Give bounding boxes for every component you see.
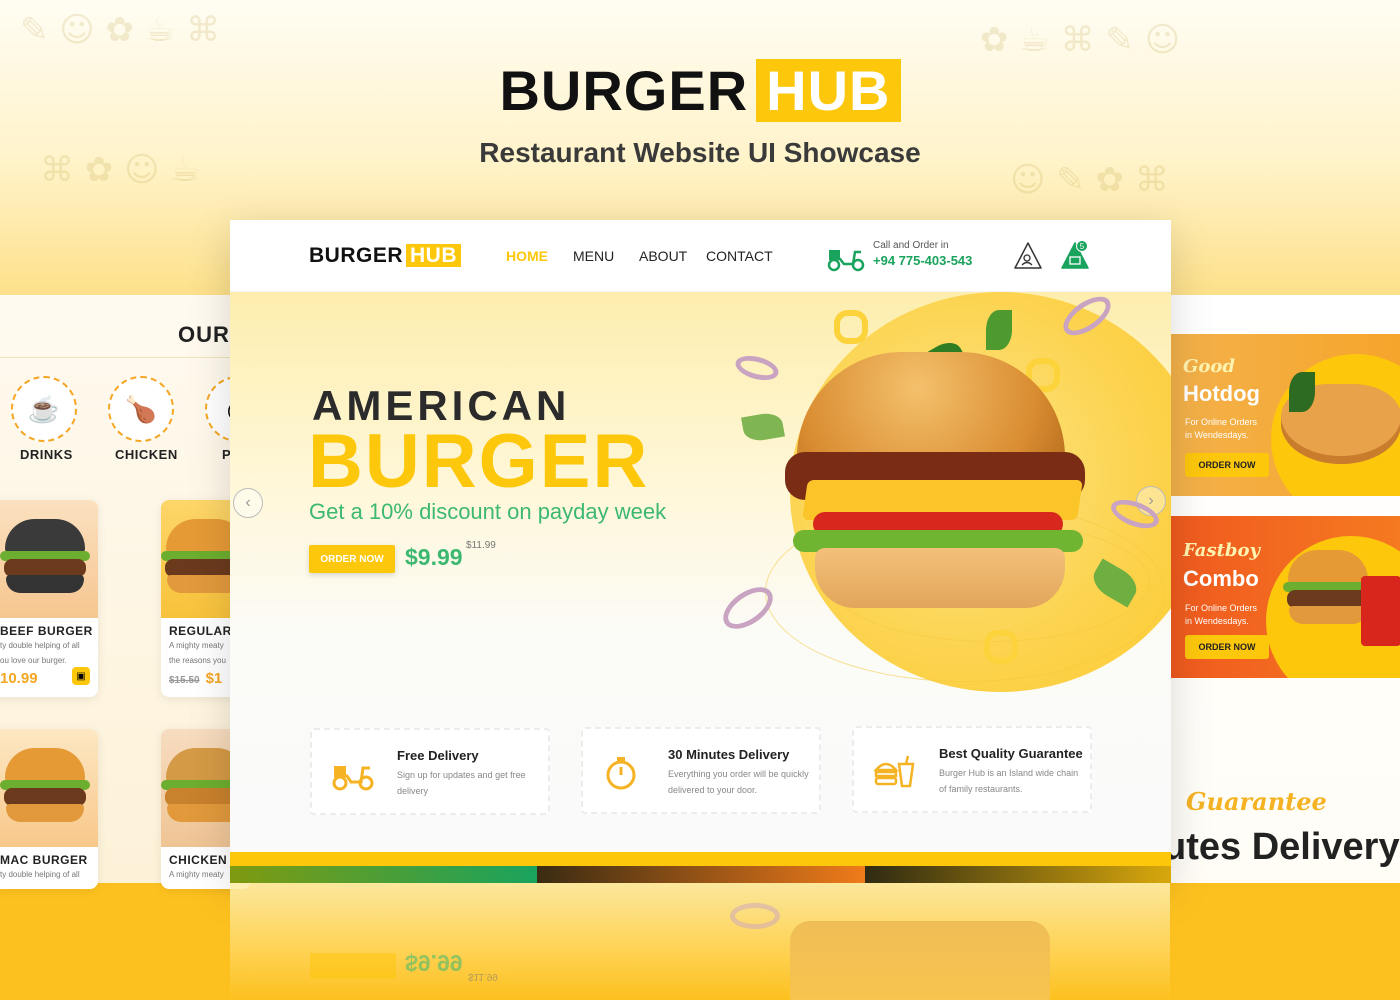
feature-card-30-minutes: 30 Minutes Delivery Everything you order… — [581, 727, 821, 814]
order-now-button[interactable]: ORDER NOW — [309, 545, 395, 573]
divider — [0, 357, 230, 358]
pepper-decoration — [834, 310, 868, 344]
combo-burger-image — [1283, 550, 1373, 630]
showcase-tagline: Restaurant Website UI Showcase — [479, 137, 921, 168]
leaf-decoration — [1289, 372, 1315, 412]
hero-burger-image — [775, 352, 1105, 622]
phone-number[interactable]: +94 775-403-543 — [873, 253, 972, 268]
promo-order-button[interactable]: ORDER NOW — [1185, 635, 1269, 659]
promo-script-text: Fastboy — [1183, 540, 1260, 561]
leaf-decoration — [986, 310, 1012, 350]
product-current-price: $1 — [205, 670, 223, 687]
feature-desc: Burger Hub is an Island wide chain of fa… — [939, 768, 1079, 794]
hero-discount-text: Get a 10% discount on payday week — [309, 499, 667, 524]
nav-about[interactable]: ABOUT — [639, 248, 687, 264]
product-card[interactable]: BEEF BURGER ty double helping of all ou … — [0, 500, 98, 697]
coffee-icon: ☕ — [27, 393, 61, 424]
scooter-icon — [827, 250, 865, 272]
promo-subtitle: For Online Orders — [1185, 417, 1258, 427]
fastfood-icon — [873, 755, 915, 788]
promo-card-hotdog[interactable]: Good Hotdog For Online Orders in Wendesd… — [1171, 334, 1400, 496]
user-icon[interactable] — [1012, 240, 1044, 272]
reflection-onion — [730, 903, 780, 929]
scooter-icon — [332, 766, 374, 791]
feature-title: Free Delivery — [397, 748, 479, 763]
showcase-brand: BURGER HUB — [0, 58, 1400, 123]
delivery-headline: utes Delivery! — [1163, 826, 1400, 868]
promo-title: Hotdog — [1183, 381, 1260, 406]
brand-main: BURGER — [499, 59, 749, 122]
reflection-price: $9.99 — [405, 950, 463, 976]
promo-strip-dark — [865, 866, 1171, 883]
product-old-price: $15.50 — [169, 675, 200, 686]
nav-contact[interactable]: CONTACT — [706, 248, 773, 264]
nav-menu[interactable]: MENU — [573, 248, 614, 264]
menu-section-heading: OUR — [178, 322, 230, 347]
hero-banner: AMERICAN BURGER Get a 10% discount on pa… — [230, 289, 1171, 852]
hero-title: BURGER — [308, 419, 650, 504]
hero-price: $9.99 — [405, 544, 463, 570]
promo-strip-orange — [537, 866, 865, 883]
product-image — [0, 500, 98, 618]
bottom-promo-strip — [230, 852, 1171, 883]
feature-title: Best Quality Guarantee — [939, 746, 1083, 761]
fries-image — [1361, 576, 1400, 646]
onion-ring-decoration — [732, 351, 782, 385]
stopwatch-icon — [606, 757, 636, 790]
category-label: DRINKS — [20, 447, 73, 462]
pepper-decoration — [984, 630, 1018, 664]
site-logo[interactable]: BURGER HUB — [309, 244, 462, 268]
feature-desc: Everything you order will be quickly del… — [668, 769, 809, 795]
product-desc: ou love our burger. — [0, 656, 67, 665]
feature-card-best-quality: Best Quality Guarantee Burger Hub is an … — [852, 726, 1092, 813]
category-drinks[interactable]: ☕ — [11, 376, 77, 442]
promo-order-button[interactable]: ORDER NOW — [1185, 453, 1269, 477]
promo-subtitle: in Wendesdays. — [1185, 616, 1249, 626]
promo-card-combo[interactable]: Fastboy Combo For Online Orders in Wende… — [1171, 516, 1400, 678]
product-name: BEEF BURGER — [0, 624, 93, 638]
basket-icon: ▣ — [76, 670, 86, 682]
promo-subtitle: in Wendesdays. — [1185, 430, 1249, 440]
hero-old-price: $11.99 — [466, 540, 496, 551]
cart-count-badge: 5 — [1076, 240, 1088, 252]
product-image — [0, 729, 98, 847]
brand-accent: HUB — [756, 59, 901, 122]
call-label: Call and Order in — [873, 240, 949, 251]
promo-strip-green — [230, 866, 537, 883]
guarantee-script: Guarantee — [1186, 787, 1327, 816]
nav-home[interactable]: HOME — [506, 248, 548, 264]
top-navbar: BURGER HUB HOME MENU ABOUT CONTACT Call a… — [230, 220, 1171, 292]
add-to-cart-button[interactable]: ▣ — [72, 667, 90, 685]
logo-main: BURGER — [309, 244, 404, 267]
product-desc: ty double helping of all — [0, 641, 80, 650]
product-name: MAC BURGER — [0, 853, 88, 867]
logo-accent: HUB — [406, 244, 462, 267]
feature-card-free-delivery: Free Delivery Sign up for updates and ge… — [310, 728, 550, 815]
burger-image — [0, 748, 90, 828]
reflection-old-price: $11.99 — [468, 971, 498, 982]
promo-title: Combo — [1183, 566, 1259, 591]
burger-image — [0, 519, 90, 599]
carousel-prev-button[interactable]: ‹ — [233, 488, 263, 518]
reflection-burger — [790, 921, 1050, 1000]
product-desc: ty double helping of all — [0, 870, 80, 879]
doodle-pattern: ✿ ☕ ⌘ ✎ ☺ — [980, 20, 1181, 60]
main-website-window: BURGER HUB HOME MENU ABOUT CONTACT Call a… — [230, 220, 1171, 883]
feature-title: 30 Minutes Delivery — [668, 747, 790, 762]
promo-script-text: Good — [1183, 356, 1235, 377]
category-label: CHICKEN — [115, 447, 178, 462]
feature-desc: Sign up for updates and get free deliver… — [397, 770, 526, 796]
burger-bottom-bun — [815, 548, 1065, 608]
reflection-order-button — [310, 953, 396, 979]
doodle-pattern: ✎ ☺ ✿ ☕ ⌘ — [20, 10, 221, 50]
product-card[interactable]: MAC BURGER ty double helping of all — [0, 729, 98, 889]
category-chicken[interactable]: 🍗 — [108, 376, 174, 442]
chevron-left-icon: ‹ — [245, 494, 251, 511]
chicken-icon: 🍗 — [124, 393, 158, 424]
window-reflection: $9.99 $11.99 — [230, 883, 1170, 1000]
promo-subtitle: For Online Orders — [1185, 603, 1258, 613]
